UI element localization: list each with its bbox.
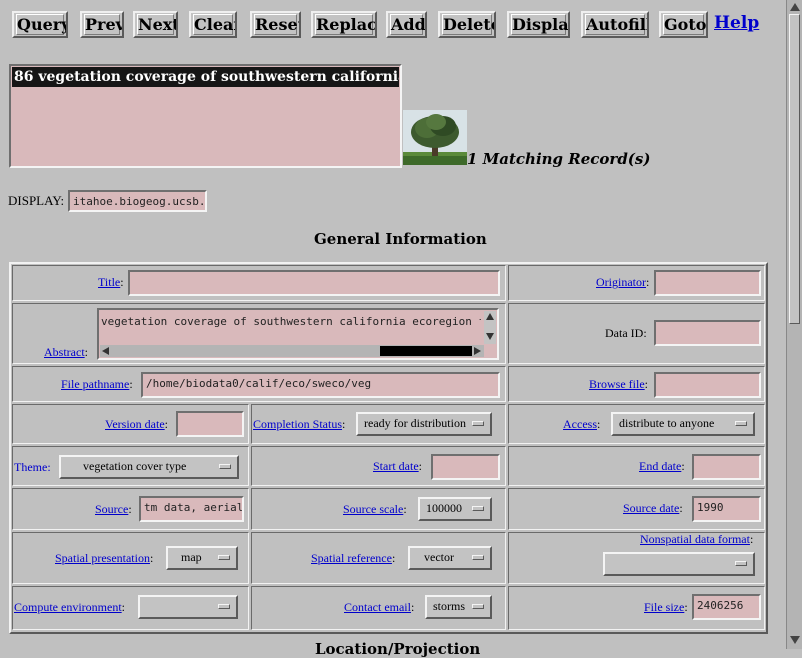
source-link[interactable]: Source	[95, 502, 128, 516]
end-date-input[interactable]	[692, 454, 761, 480]
dropdown-indicator-icon	[472, 604, 484, 609]
source-date-input[interactable]: 1990	[692, 496, 761, 522]
dropdown-indicator-icon	[472, 506, 484, 511]
dropdown-indicator-icon	[472, 421, 484, 426]
display-input[interactable]: itahoe.biogeog.ucsb.e	[68, 190, 207, 212]
file-size-input[interactable]: 2406256	[692, 594, 761, 620]
help-link[interactable]: Help	[714, 13, 759, 33]
page-scrollbar[interactable]	[786, 0, 802, 649]
replace-button[interactable]: Replace	[311, 11, 377, 38]
title-link[interactable]: Title	[98, 275, 120, 289]
originator-link[interactable]: Originator	[596, 275, 646, 289]
abstract-link[interactable]: Abstract	[44, 345, 85, 359]
spatial-reference-dropdown[interactable]: vector	[408, 546, 492, 570]
version-date-input[interactable]	[176, 411, 244, 437]
clear-button[interactable]: Clear	[189, 11, 237, 38]
dropdown-indicator-icon	[219, 464, 231, 469]
file-size-link[interactable]: File size	[644, 600, 684, 614]
start-date-input[interactable]	[431, 454, 500, 480]
page-scroll-thumb[interactable]	[789, 14, 800, 324]
nonspatial-format-dropdown[interactable]	[603, 552, 755, 576]
version-date-link[interactable]: Version date	[105, 417, 165, 431]
reset-button[interactable]: Reset	[250, 11, 301, 38]
dropdown-indicator-icon	[735, 421, 747, 426]
source-scale-link[interactable]: Source scale	[343, 502, 403, 516]
access-link[interactable]: Access	[563, 417, 597, 431]
theme-label: Theme:	[14, 460, 51, 474]
prev-button[interactable]: Prev	[80, 11, 124, 38]
spatial-presentation-link[interactable]: Spatial presentation	[55, 551, 150, 565]
next-button[interactable]: Next	[133, 11, 178, 38]
abstract-hscroll-thumb[interactable]	[380, 346, 472, 356]
title-input[interactable]	[128, 270, 500, 296]
data-id-label: Data ID:	[605, 326, 647, 340]
data-id-input[interactable]	[654, 320, 761, 346]
nonspatial-format-link[interactable]: Nonspatial data format	[640, 532, 750, 546]
completion-status-link[interactable]: Completion Status	[253, 417, 342, 431]
file-pathname-link[interactable]: File pathname	[61, 377, 129, 391]
record-list[interactable]: 86 vegetation coverage of southwestern c…	[9, 64, 402, 168]
completion-status-dropdown[interactable]: ready for distribution	[356, 412, 492, 436]
abstract-hscrollbar[interactable]	[100, 345, 484, 357]
browse-file-input[interactable]	[654, 372, 761, 398]
originator-input[interactable]	[654, 270, 761, 296]
scroll-down-icon[interactable]	[486, 333, 494, 340]
selected-record[interactable]: 86 vegetation coverage of southwestern c…	[12, 67, 399, 87]
dropdown-indicator-icon	[472, 555, 484, 560]
source-input[interactable]: tm data, aerial	[139, 496, 244, 522]
page-scroll-up-icon[interactable]	[790, 3, 800, 11]
start-date-link[interactable]: Start date	[373, 459, 419, 473]
browse-file-link[interactable]: Browse file	[589, 377, 645, 391]
page-scroll-down-icon[interactable]	[790, 636, 800, 644]
compute-env-dropdown[interactable]	[138, 595, 238, 619]
contact-email-link[interactable]: Contact email	[344, 600, 411, 614]
dropdown-indicator-icon	[218, 604, 230, 609]
abstract-textarea[interactable]: vegetation coverage of southwestern cali…	[97, 308, 499, 360]
matching-records-count: 1 Matching Record(s)	[467, 150, 651, 168]
display-label: DISPLAY:	[8, 193, 65, 208]
theme-dropdown[interactable]: vegetation cover type	[59, 455, 239, 479]
display-button[interactable]: Display	[507, 11, 570, 38]
compute-env-link[interactable]: Compute environment	[14, 600, 122, 614]
delete-button[interactable]: Delete	[438, 11, 496, 38]
dropdown-indicator-icon	[735, 561, 747, 566]
query-button[interactable]: Query	[12, 11, 68, 38]
goto-button[interactable]: Goto	[659, 11, 708, 38]
next-section-heading: Location/Projection	[315, 640, 481, 658]
scroll-up-icon[interactable]	[486, 313, 494, 320]
contact-email-dropdown[interactable]: storms	[425, 595, 492, 619]
dropdown-indicator-icon	[218, 555, 230, 560]
access-dropdown[interactable]: distribute to anyone	[611, 412, 755, 436]
section-heading: General Information	[314, 230, 487, 248]
add-button[interactable]: Add	[386, 11, 427, 38]
scroll-left-icon[interactable]	[102, 347, 109, 355]
file-pathname-input[interactable]: /home/biodata0/calif/eco/sweco/veg	[141, 372, 500, 398]
autofill-button[interactable]: Autofill	[581, 11, 649, 38]
scroll-right-icon[interactable]	[474, 347, 481, 355]
source-scale-dropdown[interactable]: 100000	[418, 497, 492, 521]
spatial-presentation-dropdown[interactable]: map	[166, 546, 238, 570]
spatial-reference-link[interactable]: Spatial reference	[311, 551, 392, 565]
abstract-text: vegetation coverage of southwestern cali…	[101, 315, 481, 328]
abstract-vscrollbar[interactable]	[484, 311, 496, 344]
end-date-link[interactable]: End date	[639, 459, 681, 473]
source-date-link[interactable]: Source date	[623, 501, 679, 515]
tree-logo	[403, 110, 467, 165]
